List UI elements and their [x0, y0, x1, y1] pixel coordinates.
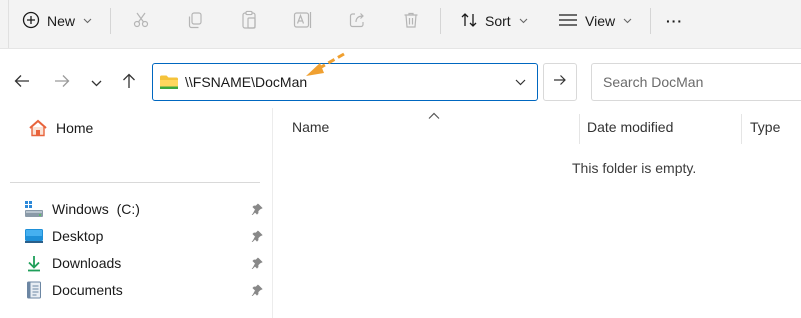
more-options-label: ···: [666, 13, 683, 29]
pin-icon[interactable]: [250, 256, 264, 270]
column-separator[interactable]: [579, 114, 580, 144]
arrow-right-icon: [54, 74, 70, 93]
new-button[interactable]: New: [22, 8, 92, 34]
sidebar-divider: [10, 182, 260, 183]
view-button[interactable]: View: [558, 8, 632, 34]
annotation-arrow-icon: [300, 50, 350, 80]
column-separator[interactable]: [741, 114, 742, 144]
documents-icon: [24, 280, 44, 300]
chevron-down-icon: [91, 74, 102, 92]
sidebar-item-desktop[interactable]: Desktop: [24, 224, 103, 248]
new-button-label: New: [47, 13, 76, 29]
toolbar-separator: [110, 8, 111, 34]
chevron-down-icon: [519, 16, 528, 27]
rename-icon[interactable]: [292, 8, 314, 32]
desktop-icon: [24, 226, 44, 246]
column-header-type[interactable]: Type: [750, 119, 780, 135]
address-path: \\FSNAME\DocMan: [185, 74, 308, 90]
download-icon: [24, 253, 44, 273]
sidebar-item-label: Home: [56, 120, 94, 136]
view-button-label: View: [585, 13, 616, 29]
go-button[interactable]: [543, 63, 577, 101]
sort-button-label: Sort: [485, 13, 511, 29]
sidebar-item-windows-c[interactable]: Windows (C:): [24, 197, 140, 221]
empty-folder-message: This folder is empty.: [572, 160, 697, 176]
pin-icon[interactable]: [250, 229, 264, 243]
sort-arrows-icon: [460, 11, 478, 32]
pin-icon[interactable]: [250, 283, 264, 297]
pin-icon[interactable]: [250, 202, 264, 216]
toolbar-separator: [650, 8, 651, 34]
sidebar-item-home[interactable]: Home: [28, 116, 93, 140]
column-header-name[interactable]: Name: [292, 119, 329, 135]
sidebar-item-downloads[interactable]: Downloads: [24, 251, 121, 275]
chevron-down-icon: [83, 16, 92, 27]
folder-icon: [159, 73, 179, 91]
chevron-down-icon: [623, 16, 632, 27]
search-box[interactable]: [591, 63, 801, 101]
plus-circle-icon: [22, 11, 40, 32]
recent-locations-button[interactable]: [85, 72, 107, 94]
pane-divider: [272, 108, 273, 318]
toolbar-edge: [8, 0, 9, 48]
column-header-date-modified[interactable]: Date modified: [587, 119, 673, 135]
paste-icon[interactable]: [238, 8, 260, 32]
up-button[interactable]: [118, 72, 140, 94]
sidebar-item-label: Windows (C:): [52, 201, 140, 217]
sidebar-item-label: Downloads: [52, 255, 122, 271]
search-input[interactable]: [601, 73, 795, 91]
delete-icon[interactable]: [400, 8, 422, 32]
sort-button[interactable]: Sort: [460, 8, 528, 34]
view-lines-icon: [558, 12, 578, 31]
sort-ascending-icon: [427, 111, 441, 121]
sidebar-item-documents[interactable]: Documents: [24, 278, 123, 302]
home-icon: [28, 118, 48, 138]
cut-icon[interactable]: [130, 8, 152, 32]
chevron-down-icon[interactable]: [513, 75, 527, 89]
arrow-up-icon: [122, 73, 136, 94]
arrow-left-icon: [14, 74, 30, 93]
share-icon[interactable]: [346, 8, 368, 32]
drive-icon: [24, 199, 44, 219]
forward-button[interactable]: [51, 72, 73, 94]
sidebar-item-label: Desktop: [52, 228, 104, 244]
more-options-button[interactable]: ···: [666, 8, 683, 34]
toolbar-separator: [440, 8, 441, 34]
sidebar-item-label: Documents: [52, 282, 123, 298]
command-bar: New Sort View ···: [0, 0, 801, 49]
back-button[interactable]: [11, 72, 33, 94]
copy-icon[interactable]: [184, 8, 206, 32]
arrow-right-icon: [553, 73, 567, 91]
